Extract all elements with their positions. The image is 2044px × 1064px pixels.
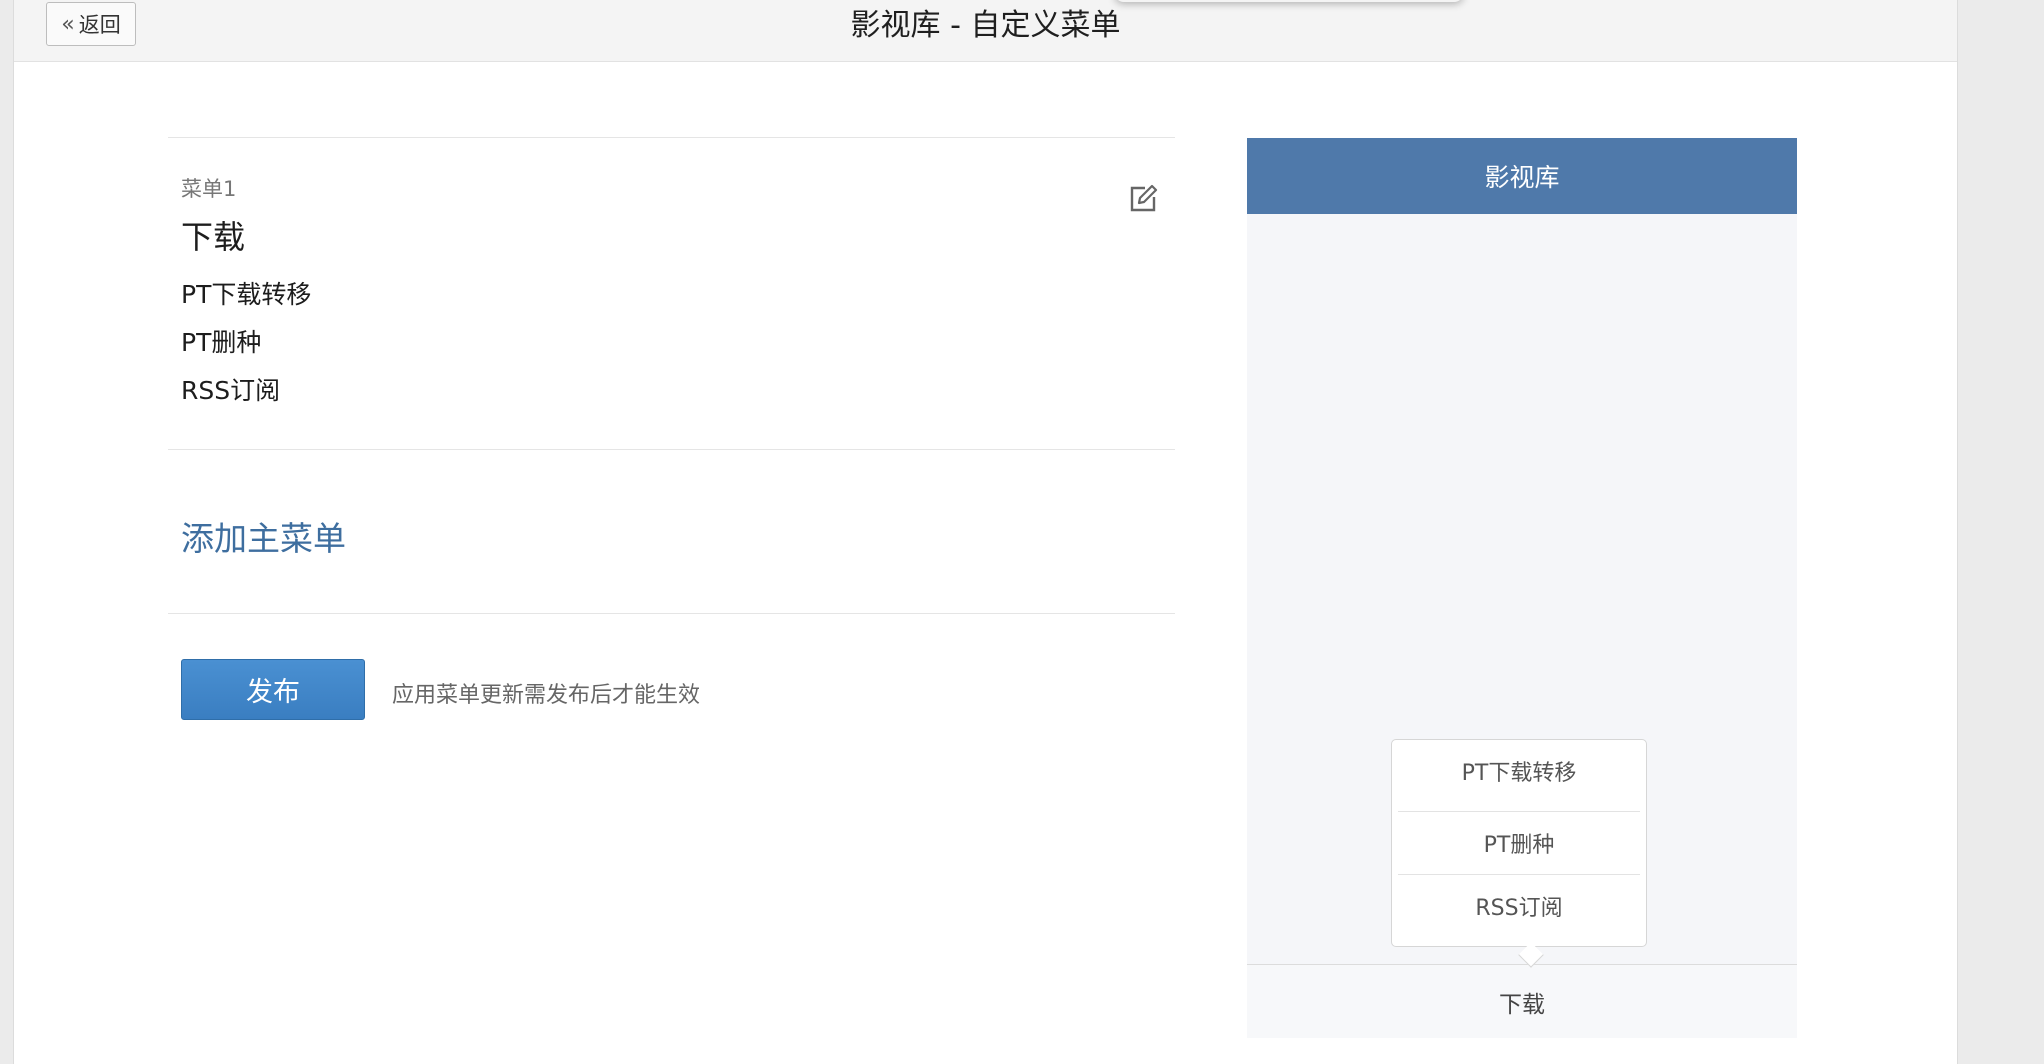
edit-icon[interactable]: [1128, 184, 1158, 214]
submenu-item: PT删种: [181, 328, 262, 357]
phone-header-title: 影视库: [1247, 138, 1797, 214]
divider: [168, 449, 1175, 450]
top-bar: « 返回 影视库 - 自定义菜单: [14, 0, 1957, 62]
popup-item[interactable]: PT下载转移: [1398, 740, 1640, 802]
menu-main-name: 下载: [181, 218, 246, 256]
publish-note: 应用菜单更新需发布后才能生效: [392, 683, 701, 708]
main-panel: « 返回 影视库 - 自定义菜单 菜单1 下载 PT下载转移 PT删种 RSS订…: [13, 0, 1958, 1064]
top-shadow: [1114, 0, 1464, 2]
menu-caption: 菜单1: [181, 177, 237, 201]
divider: [168, 137, 1175, 138]
submenu-popup: PT下载转移 PT删种 RSS订阅: [1391, 739, 1647, 947]
submenu-item: RSS订阅: [181, 376, 281, 405]
divider: [168, 613, 1175, 614]
popup-item[interactable]: PT删种: [1398, 812, 1640, 874]
phone-preview: 影视库 PT下载转移 PT删种 RSS订阅 下载: [1247, 138, 1797, 1038]
add-main-menu-link[interactable]: 添加主菜单: [181, 512, 346, 560]
publish-button[interactable]: 发布: [181, 659, 365, 720]
phone-footer-menu[interactable]: 下载: [1247, 964, 1797, 1038]
page-title: 影视库 - 自定义菜单: [850, 8, 1121, 43]
submenu-item: PT下载转移: [181, 280, 312, 309]
popup-item[interactable]: RSS订阅: [1398, 875, 1640, 937]
